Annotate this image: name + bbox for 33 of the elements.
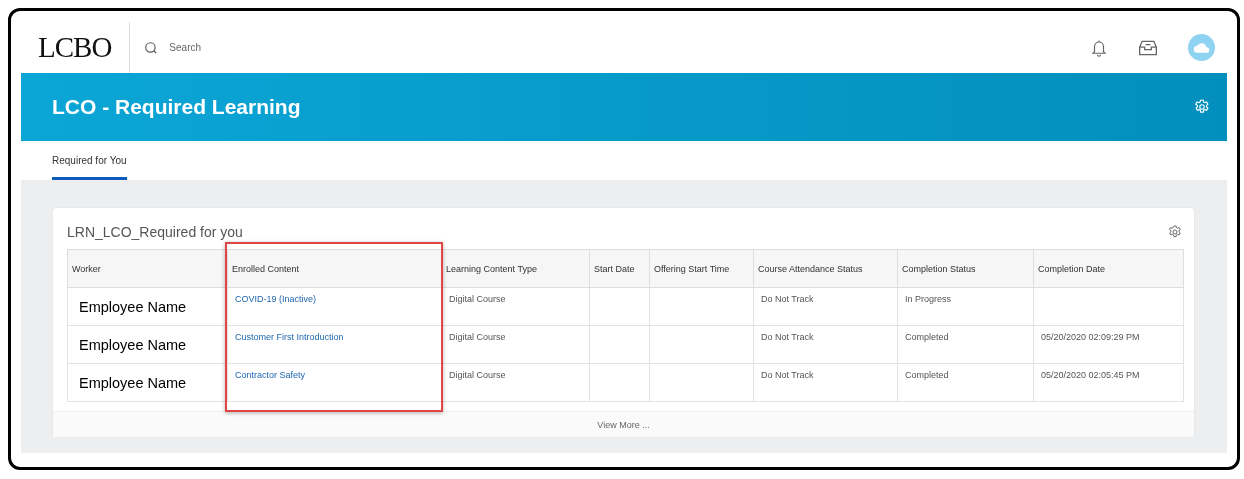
table-cell: Employee Name [67, 325, 228, 364]
table-cell: Do Not Track [753, 325, 898, 364]
table-cell: Completed [897, 363, 1034, 402]
logo[interactable]: LCBO [38, 31, 130, 64]
search-icon [144, 40, 159, 55]
table-cell: Employee Name [67, 287, 228, 326]
column-header: Worker [67, 249, 228, 288]
settings-icon[interactable] [1167, 224, 1183, 240]
table-cell: Digital Course [441, 363, 590, 402]
column-header: Enrolled Content [227, 249, 442, 288]
settings-icon[interactable] [1193, 98, 1211, 116]
column-header: Start Date [589, 249, 650, 288]
card-title: LRN_LCO_Required for you [67, 224, 243, 240]
table-cell: Completed [897, 325, 1034, 364]
column-header: Learning Content Type [441, 249, 590, 288]
column-header: Course Attendance Status [753, 249, 898, 288]
table-cell: Do Not Track [753, 287, 898, 326]
view-more-link[interactable]: View More ... [597, 419, 650, 430]
column-header: Offering Start Time [649, 249, 754, 288]
table-cell: In Progress [897, 287, 1034, 326]
course-link[interactable]: Customer First Introduction [235, 332, 344, 342]
course-link[interactable]: COVID-19 (Inactive) [235, 294, 317, 304]
page-title: LCO - Required Learning [52, 95, 301, 119]
table-cell: 05/20/2020 02:05:45 PM [1033, 363, 1184, 402]
table-cell: Do Not Track [753, 363, 898, 402]
table-cell: Digital Course [441, 325, 590, 364]
table-cell: 05/20/2020 02:09:29 PM [1033, 325, 1184, 364]
table-cell: Digital Course [441, 287, 590, 326]
inbox-icon[interactable] [1138, 38, 1158, 57]
column-header: Completion Date [1033, 249, 1184, 288]
table-cell: Employee Name [67, 363, 228, 402]
column-header: Completion Status [897, 249, 1034, 288]
course-link[interactable]: Contractor Safety [235, 370, 306, 380]
